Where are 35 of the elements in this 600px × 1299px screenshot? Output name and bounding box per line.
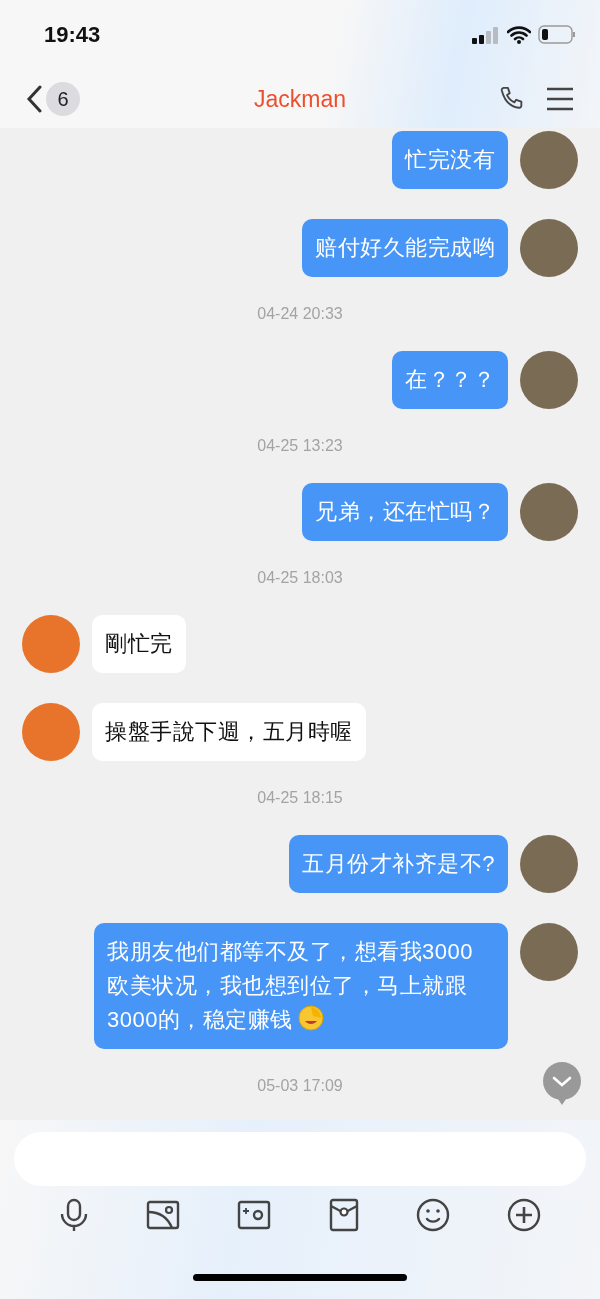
envelope-icon[interactable]: [328, 1198, 359, 1232]
status-time: 19:43: [44, 22, 101, 48]
message-bubble: 操盤手說下週，五月時喔: [92, 703, 366, 761]
timestamp: 04-25 18:15: [257, 789, 343, 807]
avatar-photo-placeholder[interactable]: [520, 923, 578, 981]
menu-icon[interactable]: [546, 87, 574, 111]
avatar-photo-placeholder[interactable]: [520, 351, 578, 409]
image-icon[interactable]: [146, 1200, 180, 1230]
battery-icon: [538, 25, 576, 45]
wifi-icon: [507, 26, 531, 44]
timestamp: 04-25 13:23: [257, 437, 343, 455]
message-bubble: 剛忙完: [92, 615, 186, 673]
avatar-photo-placeholder[interactable]: [520, 483, 578, 541]
avatar[interactable]: [22, 615, 80, 673]
avatar-photo-placeholder[interactable]: [520, 131, 578, 189]
avatar[interactable]: [22, 703, 80, 761]
timestamp: 05-03 17:09: [257, 1077, 343, 1095]
avatar-photo-placeholder[interactable]: [520, 219, 578, 277]
message-bubble: 五月份才补齐是不?: [289, 835, 508, 893]
timestamp: 04-24 20:33: [257, 305, 343, 323]
back-icon[interactable]: [26, 85, 42, 113]
chat-title: Jackman: [253, 85, 346, 112]
signal-icon: [472, 26, 500, 44]
message-bubble: 忙完没有: [392, 131, 508, 189]
message-bubble: 赔付好久能完成哟: [302, 219, 508, 277]
add-icon[interactable]: [507, 1198, 542, 1232]
message-bubble: 在？？？: [392, 351, 508, 409]
camera-icon[interactable]: [237, 1200, 272, 1230]
emoji-icon[interactable]: [415, 1198, 450, 1232]
unread-count-badge[interactable]: 6: [46, 82, 80, 116]
avatar-photo-placeholder[interactable]: [520, 835, 578, 893]
timestamp: 04-25 18:03: [257, 569, 343, 587]
microphone-icon[interactable]: [58, 1198, 89, 1232]
message-bubble: 兄弟，还在忙吗？: [302, 483, 508, 541]
message-bubble: 我朋友他们都等不及了，想看我3000欧美状况，我也想到位了，马上就跟3000的，稳定赚钱: [94, 923, 508, 1049]
